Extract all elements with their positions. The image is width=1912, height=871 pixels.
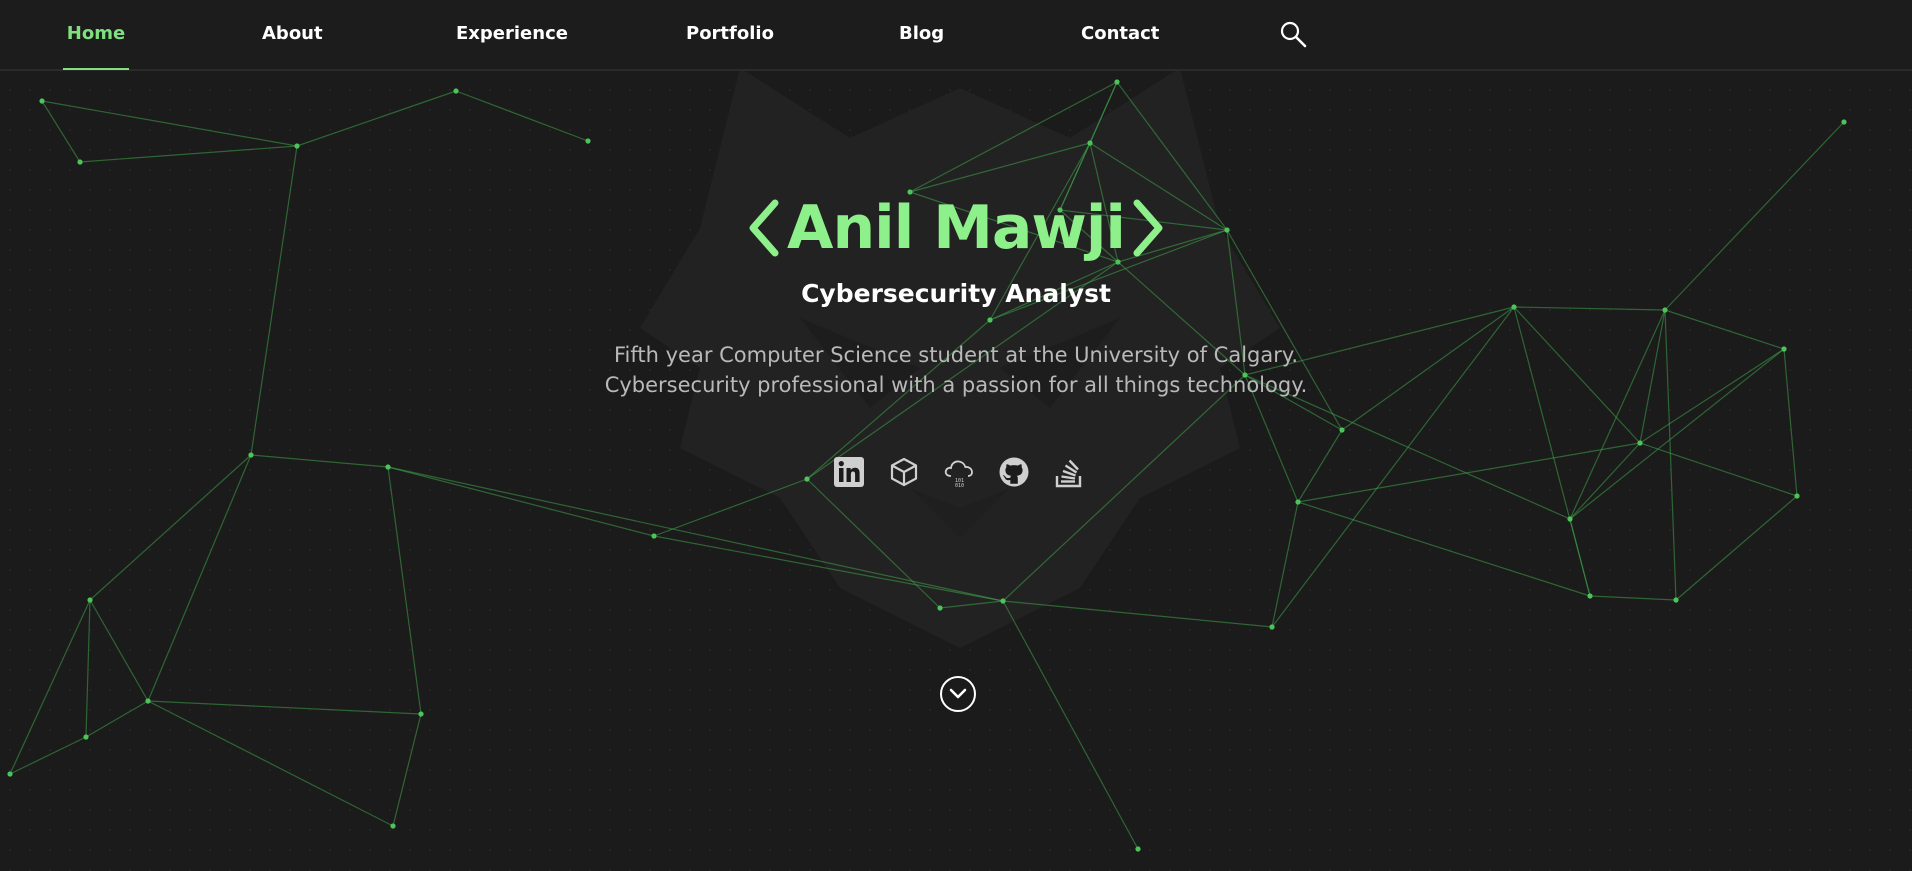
network-node (1567, 516, 1573, 522)
hero-description-line-1: Fifth year Computer Science student at t… (613, 343, 1298, 367)
cube-icon (890, 457, 917, 486)
nav-blog[interactable]: Blog (899, 0, 944, 69)
network-node (294, 143, 300, 149)
network-node (39, 98, 45, 104)
network-line (455, 90, 589, 142)
network-line (939, 600, 1004, 609)
linkedin-link[interactable] (831, 454, 866, 489)
network-line (9, 736, 87, 775)
network-line (653, 535, 1004, 602)
svg-text:010: 010 (955, 483, 964, 488)
stackoverflow-icon (1055, 459, 1081, 487)
network-line (1297, 429, 1343, 503)
network-line (653, 478, 808, 537)
social-links: 101 010 (831, 454, 1086, 490)
hero-heading: Anil Mawji (0, 193, 1912, 273)
network-line (147, 454, 252, 702)
network-node (385, 464, 391, 470)
network-background (7, 79, 1847, 852)
network-line (250, 454, 389, 468)
network-line (909, 142, 1091, 193)
network-line (147, 700, 422, 715)
hero-subtitle: Cybersecurity Analyst (801, 279, 1111, 308)
cloud-icon: 101 010 (944, 460, 973, 488)
nav-contact[interactable]: Contact (1081, 0, 1159, 69)
network-line (1569, 442, 1641, 520)
nav-portfolio[interactable]: Portfolio (686, 0, 774, 69)
network-line (85, 599, 91, 738)
scroll-down-button[interactable] (940, 676, 976, 712)
network-node (1295, 499, 1301, 505)
network-line (41, 100, 81, 163)
network-node (1662, 307, 1668, 313)
search-icon[interactable] (1279, 20, 1307, 48)
network-node (1114, 79, 1120, 85)
network-line (79, 145, 298, 163)
network-node (937, 605, 943, 611)
network-line (387, 466, 422, 715)
stackoverflow-link[interactable] (1051, 454, 1086, 489)
cube-link[interactable] (886, 454, 921, 489)
github-link[interactable] (996, 454, 1031, 489)
network-node (453, 88, 459, 94)
cloud-link[interactable]: 101 010 (941, 454, 976, 489)
network-node (418, 711, 424, 717)
network-line (1271, 501, 1299, 628)
network-node (1637, 440, 1643, 446)
network-node (87, 597, 93, 603)
network-node (1000, 598, 1006, 604)
network-node (804, 476, 810, 482)
network-node (1087, 140, 1093, 146)
network-node (1794, 493, 1800, 499)
home-page: Home About Experience Portfolio Blog Con… (0, 0, 1912, 871)
network-line (89, 599, 149, 702)
network-node (1841, 119, 1847, 125)
network-node (7, 771, 13, 777)
network-node (1269, 624, 1275, 630)
network-node (1135, 846, 1141, 852)
network-node (390, 823, 396, 829)
nav-about[interactable]: About (262, 0, 323, 69)
network-node (248, 452, 254, 458)
network-node (651, 533, 657, 539)
top-navbar: Home About Experience Portfolio Blog Con… (0, 0, 1912, 71)
network-line (9, 599, 91, 775)
network-line (1002, 600, 1273, 628)
network-line (89, 454, 252, 601)
network-line (806, 478, 941, 609)
linkedin-icon (833, 456, 864, 487)
network-line (909, 81, 1118, 193)
right-angle-bracket-icon (1133, 199, 1163, 257)
network-line (41, 100, 298, 147)
network-node (77, 159, 83, 165)
github-icon (999, 457, 1028, 486)
network-node (1673, 597, 1679, 603)
chevron-down-icon (949, 688, 967, 699)
left-angle-bracket-icon (749, 199, 779, 257)
network-line (387, 466, 655, 537)
network-node (987, 317, 993, 323)
network-line (1675, 495, 1798, 601)
hero-description-line-2: Cybersecurity professional with a passio… (604, 373, 1308, 397)
network-node (83, 734, 89, 740)
network-line (85, 700, 149, 738)
network-line (392, 713, 422, 827)
network-node (145, 698, 151, 704)
nav-home[interactable]: Home (63, 0, 129, 70)
network-line (147, 700, 394, 827)
hero-name: Anil Mawji (787, 193, 1126, 263)
network-line (296, 90, 457, 147)
network-node (1339, 427, 1345, 433)
nav-experience[interactable]: Experience (456, 0, 568, 69)
network-node (585, 138, 591, 144)
network-line (1589, 595, 1677, 601)
network-line (1002, 600, 1139, 850)
network-line (1639, 442, 1798, 497)
network-node (1587, 593, 1593, 599)
network-line (1297, 501, 1591, 597)
network-line (1297, 442, 1641, 503)
hero-description: Fifth year Computer Science student at t… (0, 340, 1912, 400)
